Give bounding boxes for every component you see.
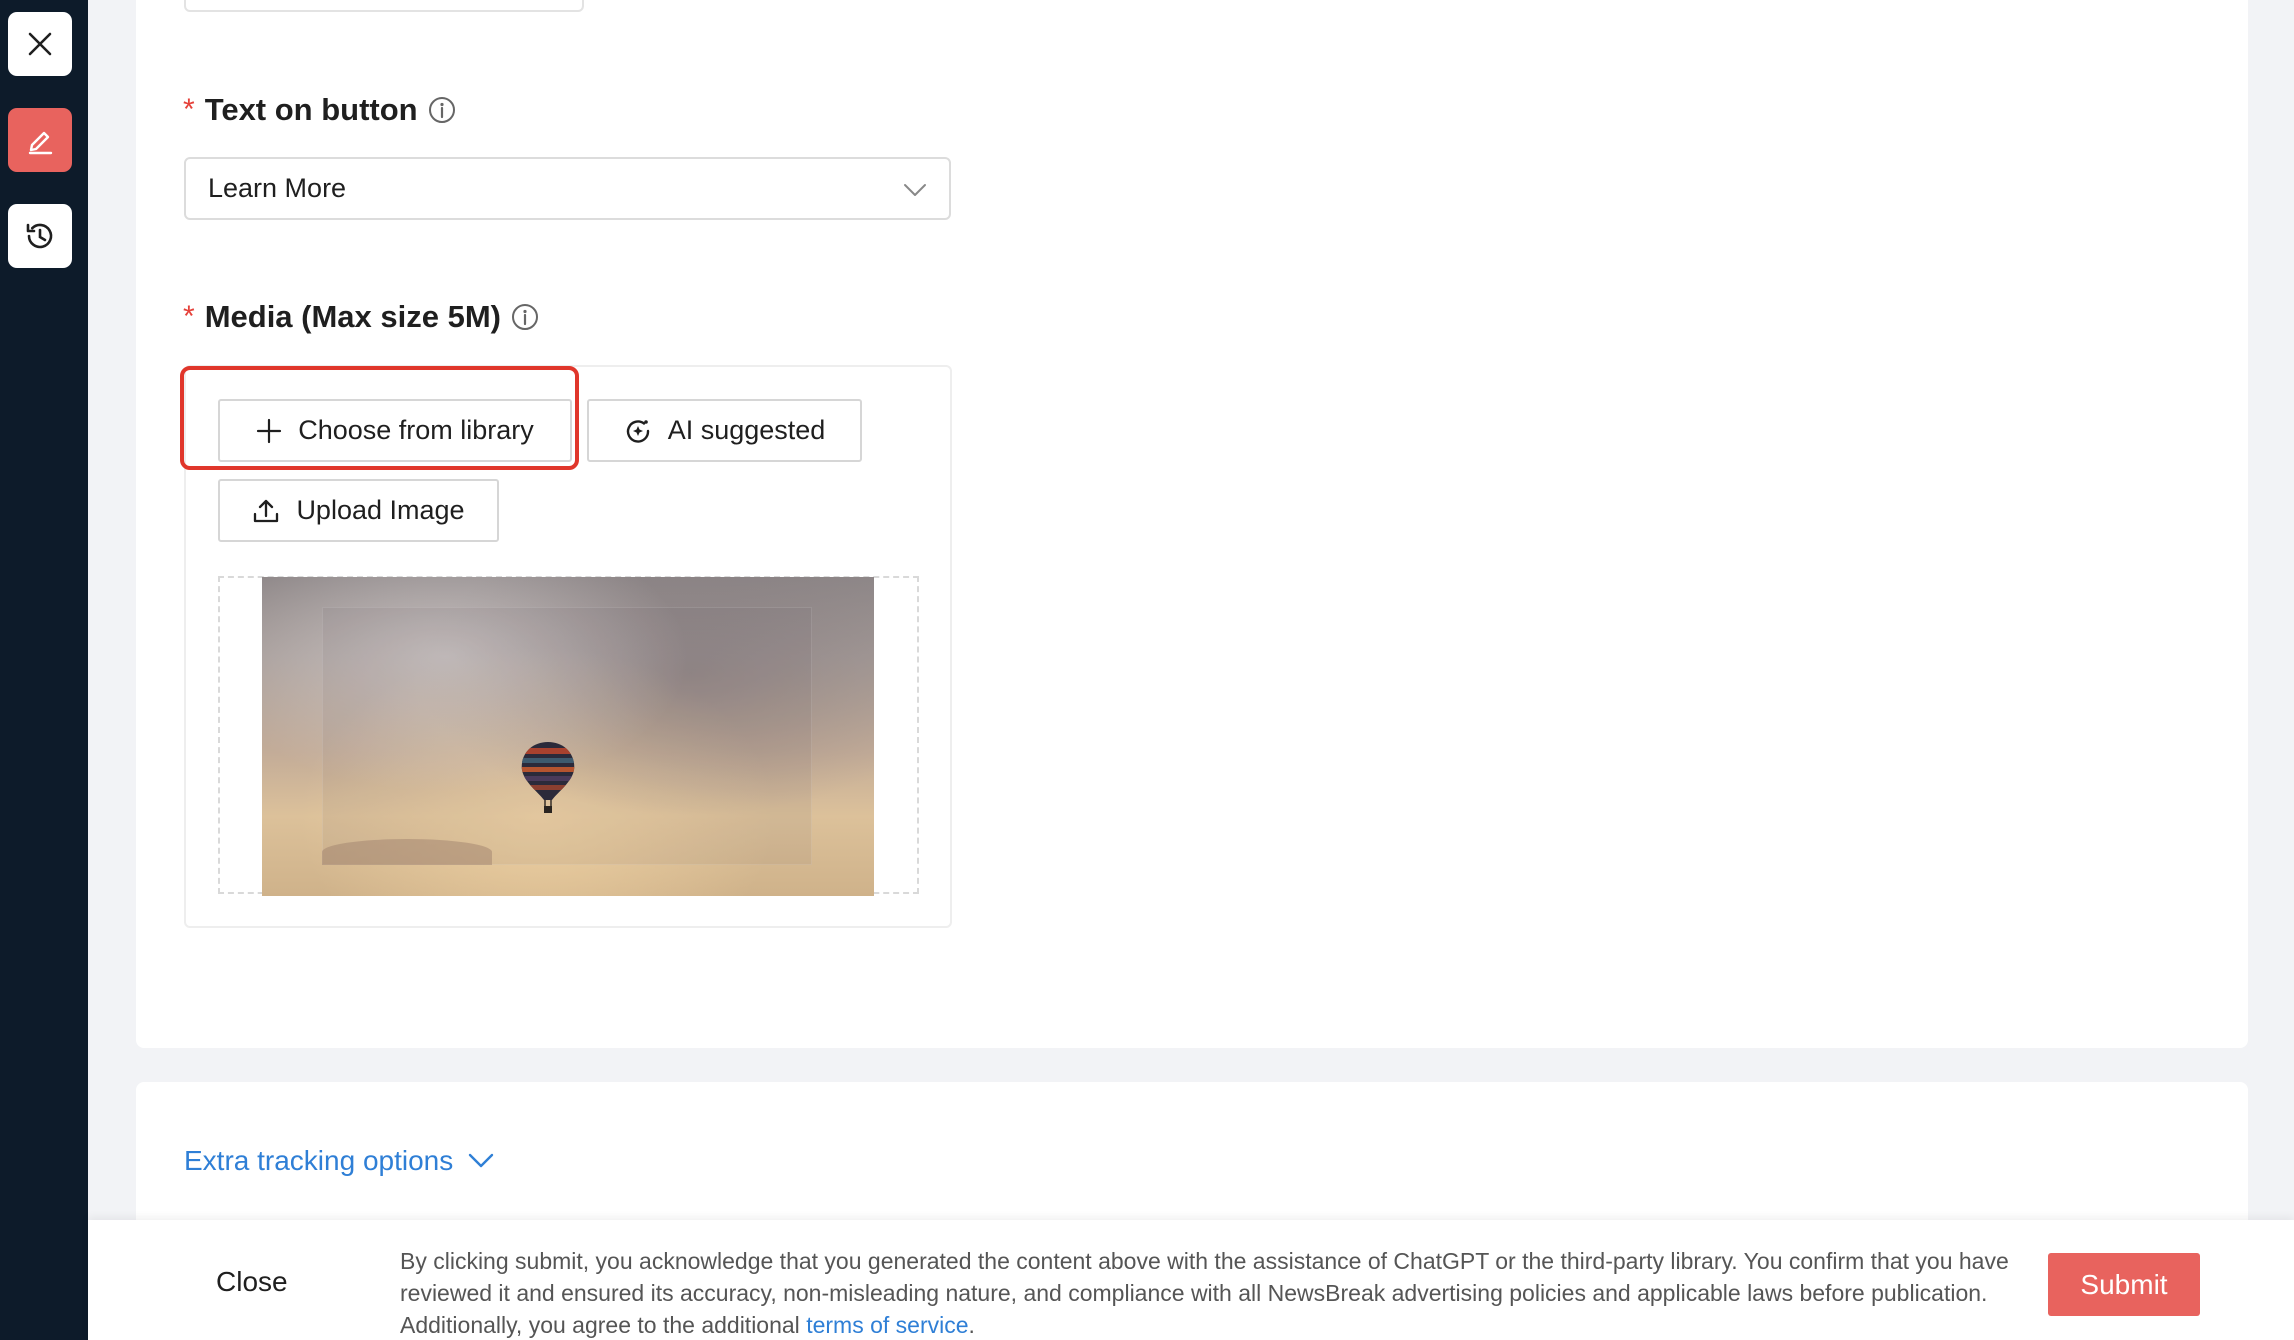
previous-field-input[interactable] <box>184 0 584 12</box>
upload-image-label: Upload Image <box>296 495 465 525</box>
close-icon <box>25 29 55 59</box>
distant-hills <box>322 839 492 865</box>
terms-of-service-link[interactable]: terms of service <box>806 1312 968 1338</box>
ai-sparkle-icon <box>624 417 652 445</box>
edit-icon <box>24 124 56 156</box>
disclaimer-text: By clicking submit, you acknowledge that… <box>400 1248 2009 1338</box>
history-panel-button[interactable] <box>8 204 72 268</box>
close-panel-button[interactable] <box>8 12 72 76</box>
chevron-down-icon <box>903 178 927 207</box>
upload-icon <box>252 497 280 525</box>
upload-image-button[interactable]: Upload Image <box>218 479 499 542</box>
history-icon <box>23 219 57 253</box>
media-label: * Media (Max size 5M) <box>183 297 540 337</box>
ai-suggested-label: AI suggested <box>667 415 826 445</box>
required-mark: * <box>183 93 195 126</box>
info-icon[interactable] <box>427 95 457 125</box>
text-on-button-select[interactable]: Learn More <box>184 157 951 220</box>
media-preview-image[interactable] <box>262 577 874 896</box>
close-button[interactable]: Close <box>216 1266 288 1298</box>
extra-tracking-toggle[interactable]: Extra tracking options <box>184 1141 495 1181</box>
edit-panel-button[interactable] <box>8 108 72 172</box>
extra-tracking-label: Extra tracking options <box>184 1145 454 1176</box>
text-on-button-label-text: Text on button <box>204 92 418 127</box>
required-mark: * <box>183 300 195 333</box>
highlight-box <box>180 366 579 470</box>
chevron-down-icon <box>467 1147 495 1175</box>
disclaimer-end: . <box>968 1312 975 1338</box>
image-crop-area <box>322 607 812 865</box>
media-label-text: Media (Max size 5M) <box>204 299 501 334</box>
ai-suggested-button[interactable]: AI suggested <box>587 399 862 462</box>
submit-button[interactable]: Submit <box>2048 1253 2200 1316</box>
hot-air-balloon-icon <box>518 740 578 821</box>
submit-disclaimer: By clicking submit, you acknowledge that… <box>400 1245 2040 1340</box>
text-on-button-label: * Text on button <box>183 90 457 130</box>
info-icon[interactable] <box>510 302 540 332</box>
left-rail <box>0 0 88 1340</box>
text-on-button-value: Learn More <box>208 173 347 203</box>
